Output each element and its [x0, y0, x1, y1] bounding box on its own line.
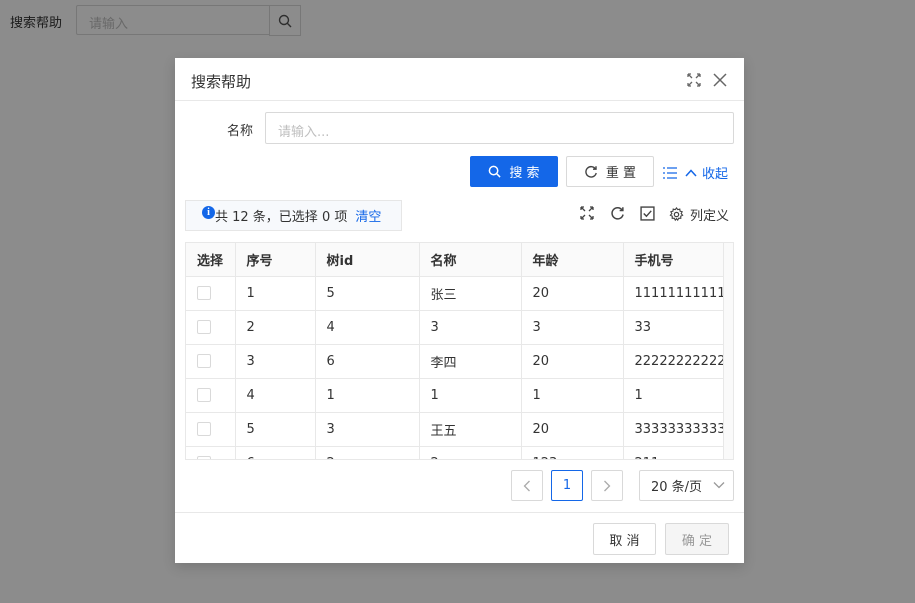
modal-title: 搜索帮助: [191, 73, 252, 91]
cell-name: 3: [419, 310, 522, 345]
row-select-cell: [186, 344, 236, 379]
cell-index: 4: [235, 378, 316, 413]
row-select-cell: [186, 310, 236, 345]
cell-name: 李四: [419, 344, 522, 379]
prev-page-button[interactable]: [511, 470, 543, 501]
table-row[interactable]: 1 5 张三 20 11111111111: [186, 276, 727, 311]
cell-age: 1: [521, 378, 624, 413]
header-name[interactable]: 名称: [419, 243, 522, 277]
chevron-up-icon: [685, 168, 697, 177]
list-icon: [663, 166, 677, 179]
row-checkbox[interactable]: [197, 422, 211, 436]
cell-phone: 33: [623, 310, 727, 345]
cell-index: 3: [235, 344, 316, 379]
cell-phone: 1: [623, 378, 727, 413]
name-placeholder: 请输入...: [278, 125, 330, 140]
cell-tree-id: 6: [315, 344, 420, 379]
cell-age: 20: [521, 276, 624, 311]
table-row[interactable]: 5 3 王五 20 33333333333: [186, 412, 727, 447]
cell-tree-id: 1: [315, 378, 420, 413]
cell-name: 1: [419, 378, 522, 413]
chevron-right-icon: [604, 480, 611, 491]
table-scrollbar[interactable]: [723, 243, 733, 459]
name-label: 名称: [227, 124, 254, 139]
cell-phone: 22222222222: [623, 344, 727, 379]
cell-phone: 11111111111: [623, 276, 727, 311]
row-select-cell: [186, 276, 236, 311]
row-checkbox[interactable]: [197, 456, 211, 459]
page-size-select[interactable]: 20 条/页: [639, 470, 734, 501]
modal-header: 搜索帮助: [175, 58, 744, 101]
row-checkbox[interactable]: [197, 320, 211, 334]
row-checkbox[interactable]: [197, 354, 211, 368]
reset-button-label: 重 置: [605, 166, 637, 181]
column-definition-button[interactable]: 列定义: [669, 205, 729, 224]
search-help-modal: 搜索帮助 名称 请输入... 搜 索 重 置 收起 i 共 12 条，已选择 0…: [175, 58, 744, 563]
cell-index: 2: [235, 310, 316, 345]
search-button[interactable]: 搜 索: [470, 156, 558, 187]
data-table: 选择 序号 树id 名称 年龄 手机号 1 5 张三 20 1111111111…: [185, 242, 734, 460]
cell-name: 王五: [419, 412, 522, 447]
selection-info: i 共 12 条，已选择 0 项 清空: [185, 200, 402, 231]
cell-age: 20: [521, 412, 624, 447]
chevron-left-icon: [523, 480, 530, 491]
cell-index: 6: [235, 446, 316, 459]
row-select-cell: [186, 412, 236, 447]
header-age[interactable]: 年龄: [521, 243, 624, 277]
table-header-row: 选择 序号 树id 名称 年龄 手机号: [186, 243, 727, 277]
page-size-value: 20 条/页: [651, 480, 703, 495]
cell-tree-id: 5: [315, 276, 420, 311]
gear-icon: [669, 207, 684, 222]
cell-phone: 211: [623, 446, 727, 459]
header-phone[interactable]: 手机号: [623, 243, 727, 277]
confirm-button[interactable]: 确 定: [665, 523, 729, 555]
modal-footer: [175, 512, 744, 563]
cell-index: 1: [235, 276, 316, 311]
selection-count: 共 12 条，已选择 0 项: [215, 210, 348, 225]
table-row[interactable]: 3 6 李四 20 22222222222: [186, 344, 727, 379]
search-button-label: 搜 索: [509, 166, 540, 181]
name-input[interactable]: 请输入...: [265, 112, 734, 144]
checkbox-square-icon[interactable]: [639, 205, 655, 221]
header-index[interactable]: 序号: [235, 243, 316, 277]
next-page-button[interactable]: [591, 470, 623, 501]
page-1-button[interactable]: 1: [551, 470, 583, 501]
table-row[interactable]: 6 2 2 123 211: [186, 446, 727, 459]
table-row[interactable]: 4 1 1 1 1: [186, 378, 727, 413]
cell-index: 5: [235, 412, 316, 447]
cell-tree-id: 3: [315, 412, 420, 447]
info-icon: i: [202, 206, 215, 219]
header-tree-id[interactable]: 树id: [315, 243, 420, 277]
search-icon: [489, 165, 502, 178]
reset-icon: [585, 165, 597, 178]
chevron-down-icon: [713, 482, 725, 489]
fullscreen-icon[interactable]: [685, 71, 703, 89]
close-icon[interactable]: [711, 71, 729, 89]
fullscreen-table-icon[interactable]: [579, 205, 595, 221]
cell-name: 张三: [419, 276, 522, 311]
cell-age: 20: [521, 344, 624, 379]
row-select-cell: [186, 378, 236, 413]
row-checkbox[interactable]: [197, 388, 211, 402]
clear-selection-link[interactable]: 清空: [355, 206, 381, 225]
header-select: 选择: [186, 243, 236, 277]
cell-phone: 33333333333: [623, 412, 727, 447]
cell-name: 2: [419, 446, 522, 459]
cell-tree-id: 4: [315, 310, 420, 345]
cancel-button[interactable]: 取 消: [593, 523, 656, 555]
cell-age: 3: [521, 310, 624, 345]
row-select-cell: [186, 446, 236, 459]
cell-tree-id: 2: [315, 446, 420, 459]
cell-age: 123: [521, 446, 624, 459]
row-checkbox[interactable]: [197, 286, 211, 300]
refresh-icon[interactable]: [609, 205, 625, 221]
collapse-link[interactable]: 收起: [663, 163, 728, 182]
collapse-label: 收起: [702, 167, 729, 182]
table-row[interactable]: 2 4 3 3 33: [186, 310, 727, 345]
column-definition-label: 列定义: [690, 209, 730, 224]
reset-button[interactable]: 重 置: [566, 156, 654, 187]
